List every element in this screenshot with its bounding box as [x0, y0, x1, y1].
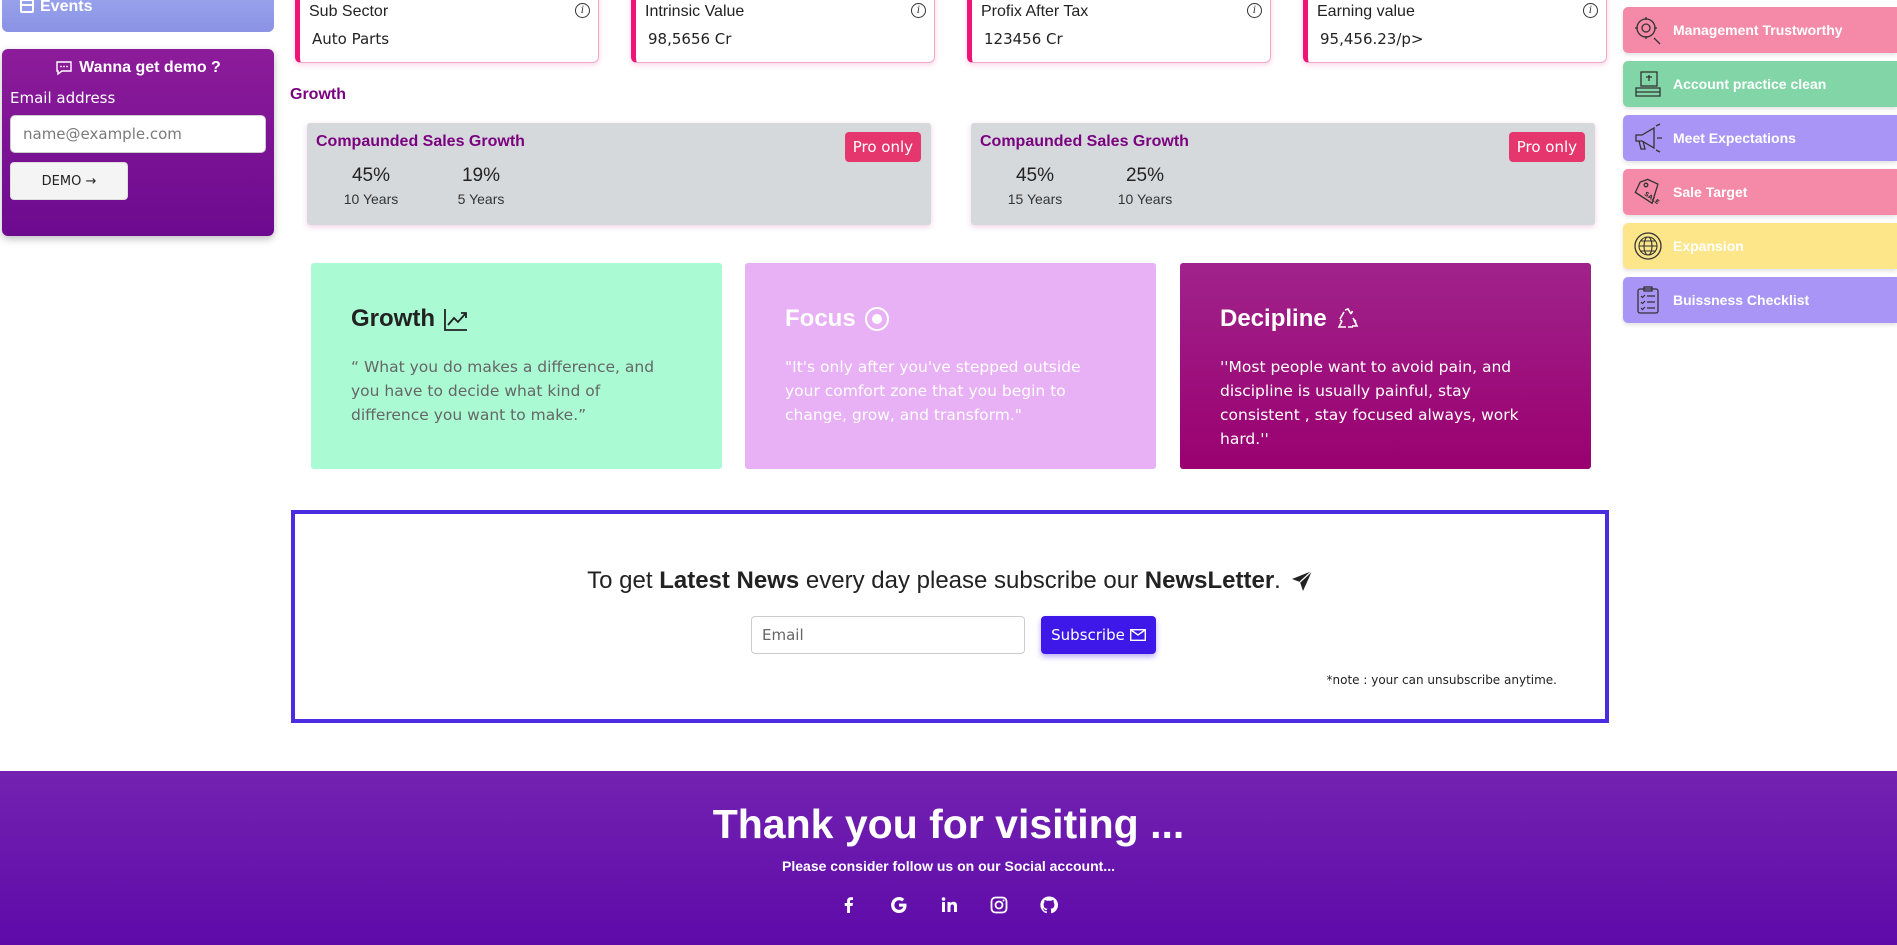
- sidebar-item-label: Buissness Checklist: [1673, 292, 1810, 308]
- stat-card-intrinsic-value: Intrinsic Value 98,5656 Cr i: [631, 0, 935, 63]
- events-button[interactable]: Events: [2, 0, 274, 32]
- pro-only-badge[interactable]: Pro only: [844, 132, 921, 162]
- send-icon: [1291, 570, 1313, 591]
- sidebar-item-label: Meet Expectations: [1673, 130, 1796, 146]
- github-icon[interactable]: [1038, 894, 1060, 916]
- info-icon[interactable]: i: [911, 3, 926, 18]
- quote-text: “ What you do makes a difference, and yo…: [351, 358, 655, 424]
- unsubscribe-note: *note : your can unsubscribe anytime.: [1326, 673, 1557, 687]
- target-icon: [864, 307, 889, 331]
- recycle-icon: [1337, 308, 1358, 328]
- newsletter-email-input[interactable]: [751, 616, 1025, 654]
- info-icon[interactable]: i: [1583, 3, 1598, 18]
- chat-icon: [56, 61, 72, 76]
- sidebar-item-meet-expectations[interactable]: Meet Expectations: [1623, 115, 1897, 161]
- instagram-icon[interactable]: [988, 894, 1010, 916]
- stat-value: 98,5656 Cr: [648, 30, 732, 48]
- checklist-icon: [1637, 286, 1659, 314]
- card-title: Compaunded Sales Growth: [316, 133, 525, 150]
- stat-value: Auto Parts: [312, 30, 390, 48]
- quote-text: ''Most people want to avoid pain, and di…: [1220, 358, 1519, 448]
- account-icon: [1635, 71, 1661, 97]
- events-label: Events: [40, 0, 93, 15]
- management-icon: [1635, 17, 1661, 45]
- envelope-icon: [1129, 629, 1146, 641]
- sidebar-item-business-checklist[interactable]: Buissness Checklist: [1623, 277, 1897, 323]
- trending-up-icon: [444, 309, 467, 331]
- email-label: Email address: [10, 89, 116, 107]
- demo-button[interactable]: DEMO →: [10, 162, 128, 200]
- quote-card-growth: Growth “ What you do makes a difference,…: [311, 263, 722, 469]
- sale-tag-icon: SALE: [1634, 178, 1661, 206]
- quote-card-focus: Focus "It's only after you've stepped ou…: [745, 263, 1156, 469]
- quote-title: Focus: [785, 305, 1116, 333]
- sales-growth-card: Compaunded Sales Growth Pro only 45% 15 …: [971, 123, 1595, 225]
- social-links: [0, 894, 1897, 916]
- quote-title: Decipline: [1220, 305, 1551, 333]
- growth-stat: 45% 15 Years: [1007, 165, 1063, 207]
- stat-label: Sub Sector: [309, 3, 389, 20]
- sidebar-item-management-trustworthy[interactable]: Management Trustworthy: [1623, 7, 1897, 53]
- stat-label: Intrinsic Value: [645, 3, 745, 20]
- globe-icon: [1634, 232, 1662, 260]
- growth-stat: 25% 10 Years: [1117, 165, 1173, 207]
- pro-only-badge[interactable]: Pro only: [1508, 132, 1585, 162]
- sidebar-item-label: Sale Target: [1673, 184, 1748, 200]
- stat-label: Profix After Tax: [981, 3, 1089, 20]
- footer-subtitle: Please consider follow us on our Social …: [782, 858, 1115, 874]
- footer-title: Thank you for visiting ...: [712, 801, 1185, 847]
- sidebar-item-label: Account practice clean: [1673, 76, 1827, 92]
- footer: Thank you for visiting ... Please consid…: [0, 771, 1897, 945]
- stat-value: 95,456.23/p>: [1320, 30, 1424, 48]
- subscribe-button[interactable]: Subscribe: [1041, 616, 1156, 654]
- megaphone-icon: [1635, 123, 1662, 153]
- newsletter-heading: To get Latest News every day please subs…: [295, 567, 1605, 595]
- sidebar-item-label: Expansion: [1673, 238, 1744, 254]
- sidebar-item-expansion[interactable]: Expansion: [1623, 223, 1897, 269]
- google-icon[interactable]: [888, 894, 910, 916]
- quote-title: Growth: [351, 305, 682, 333]
- info-icon[interactable]: i: [1247, 3, 1262, 18]
- info-icon[interactable]: i: [575, 3, 590, 18]
- growth-stat: 19% 5 Years: [457, 165, 505, 207]
- stat-card-sub-sector: Sub Sector Auto Parts i: [295, 0, 599, 63]
- quote-card-discipline: Decipline ''Most people want to avoid pa…: [1180, 263, 1591, 469]
- demo-email-input[interactable]: [10, 115, 266, 153]
- quote-text: "It's only after you've stepped outside …: [785, 358, 1081, 424]
- sidebar-item-sale-target[interactable]: SALE Sale Target: [1623, 169, 1897, 215]
- stat-value: 123456 Cr: [984, 30, 1063, 48]
- stat-card-earning-value: Earning value 95,456.23/p> i: [1303, 0, 1607, 63]
- newsletter-section: To get Latest News every day please subs…: [291, 510, 1609, 723]
- facebook-icon[interactable]: [838, 894, 860, 916]
- stat-label: Earning value: [1317, 3, 1415, 20]
- card-title: Compaunded Sales Growth: [980, 133, 1189, 150]
- demo-card: Wanna get demo ? Email address DEMO →: [2, 49, 274, 236]
- linkedin-icon[interactable]: [938, 894, 960, 916]
- demo-title: Wanna get demo ?: [10, 59, 266, 77]
- growth-heading: Growth: [290, 86, 346, 103]
- calendar-icon: [20, 0, 34, 13]
- sales-growth-card: Compaunded Sales Growth Pro only 45% 10 …: [307, 123, 931, 225]
- sidebar-item-label: Management Trustworthy: [1673, 22, 1843, 38]
- sidebar-item-account-practice-clean[interactable]: Account practice clean: [1623, 61, 1897, 107]
- growth-stat: 45% 10 Years: [343, 165, 399, 207]
- stat-card-profit-after-tax: Profix After Tax 123456 Cr i: [967, 0, 1271, 63]
